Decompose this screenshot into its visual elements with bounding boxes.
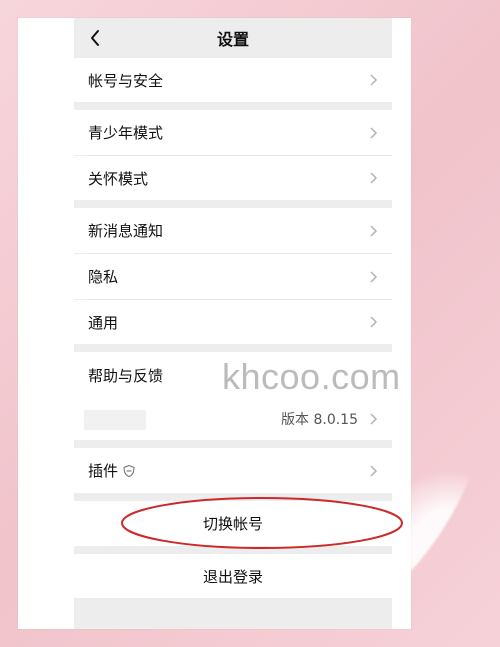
- menu-item-youth-mode[interactable]: 青少年模式: [74, 110, 392, 155]
- menu-item-care-mode[interactable]: 关怀模式: [74, 156, 392, 200]
- menu-item-account-security[interactable]: 帐号与安全: [74, 58, 392, 102]
- menu-item-label: 关怀模式: [88, 169, 149, 188]
- version-text: 版本 8.0.15: [281, 412, 358, 428]
- menu-item-label: 帐号与安全: [88, 71, 164, 90]
- menu-item-label: 新消息通知: [88, 222, 164, 240]
- menu-item-label: 帮助与反馈: [88, 367, 164, 385]
- chevron-left-icon[interactable]: [86, 28, 106, 48]
- page-title: 设置: [216, 30, 249, 49]
- menu-item-label: 插件: [88, 462, 119, 480]
- chevron-right-icon: [370, 74, 378, 86]
- menu-item-label: 隐私: [88, 268, 119, 286]
- chevron-right-icon: [370, 464, 378, 477]
- menu-item-new-message-notification[interactable]: 新消息通知: [74, 208, 392, 253]
- version-row[interactable]: 版本 8.0.15: [74, 406, 392, 432]
- chevron-right-icon: [370, 270, 378, 283]
- highlight-ellipse: [121, 497, 403, 549]
- chevron-right-icon: [370, 172, 378, 184]
- logout-label: 退出登录: [202, 567, 263, 586]
- menu-item-general[interactable]: 通用: [74, 300, 392, 344]
- plugin-shield-icon: [123, 464, 135, 477]
- chevron-right-icon: [370, 224, 378, 237]
- watermark: khcoo.com: [222, 356, 401, 397]
- menu-item-plugins[interactable]: 插件: [74, 448, 392, 493]
- menu-item-label: 青少年模式: [88, 124, 164, 142]
- chevron-right-icon: [370, 126, 378, 139]
- chevron-right-icon: [370, 316, 378, 328]
- top-bar: 设置: [74, 18, 392, 58]
- chevron-right-icon: [370, 413, 378, 425]
- menu-item-privacy[interactable]: 隐私: [74, 254, 392, 299]
- logout-button[interactable]: 退出登录: [74, 554, 392, 598]
- menu-item-label: 通用: [88, 313, 119, 332]
